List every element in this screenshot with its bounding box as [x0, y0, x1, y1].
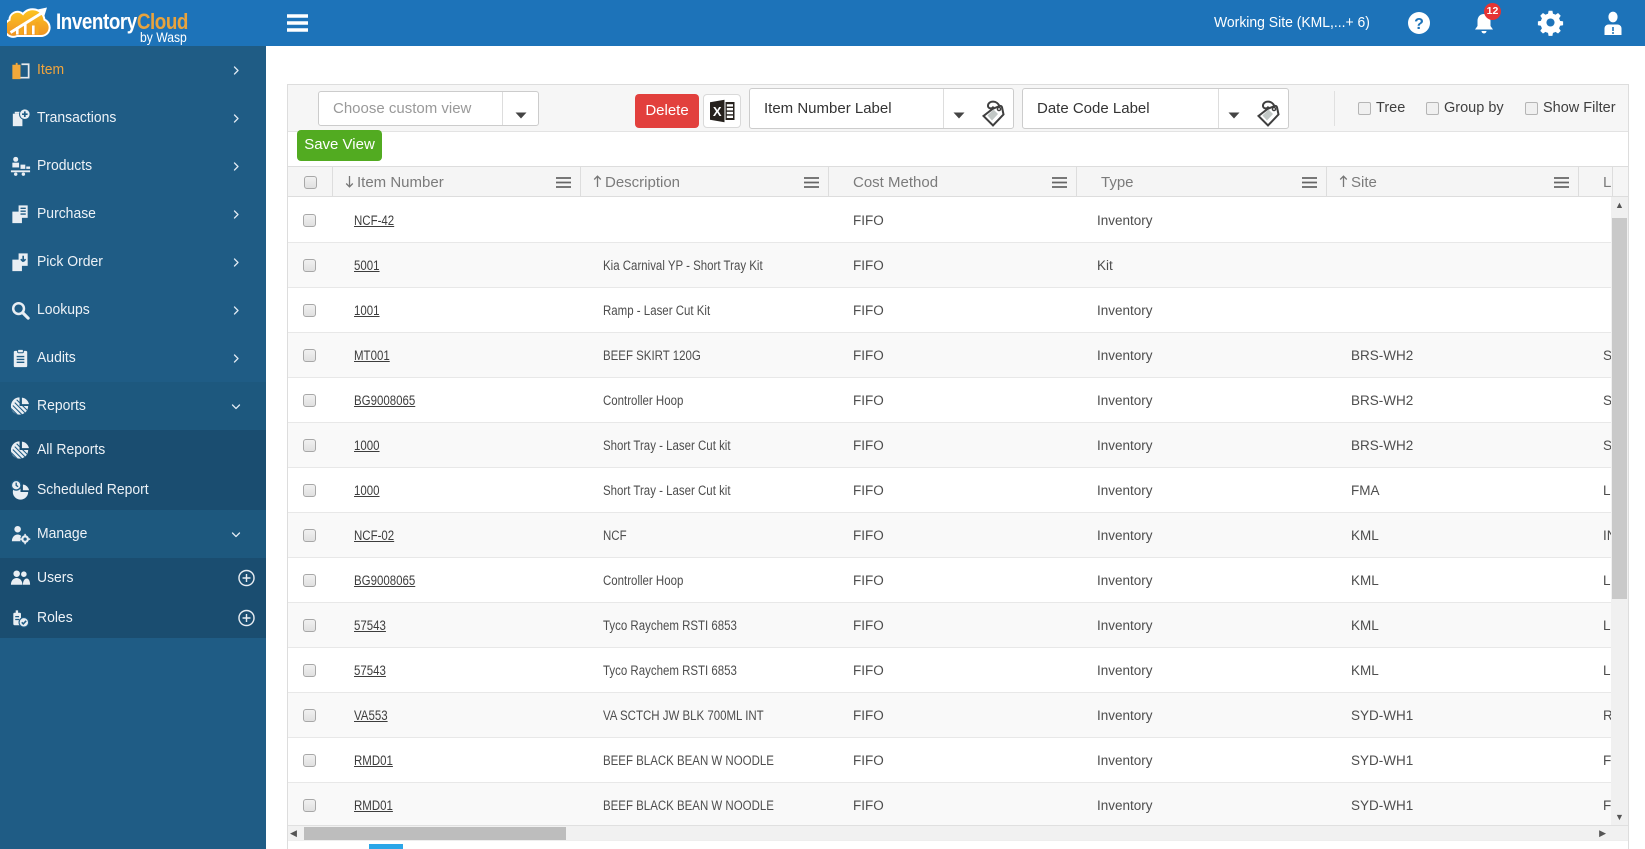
svg-text:X: X [712, 104, 721, 119]
svg-text:?: ? [1414, 16, 1424, 33]
